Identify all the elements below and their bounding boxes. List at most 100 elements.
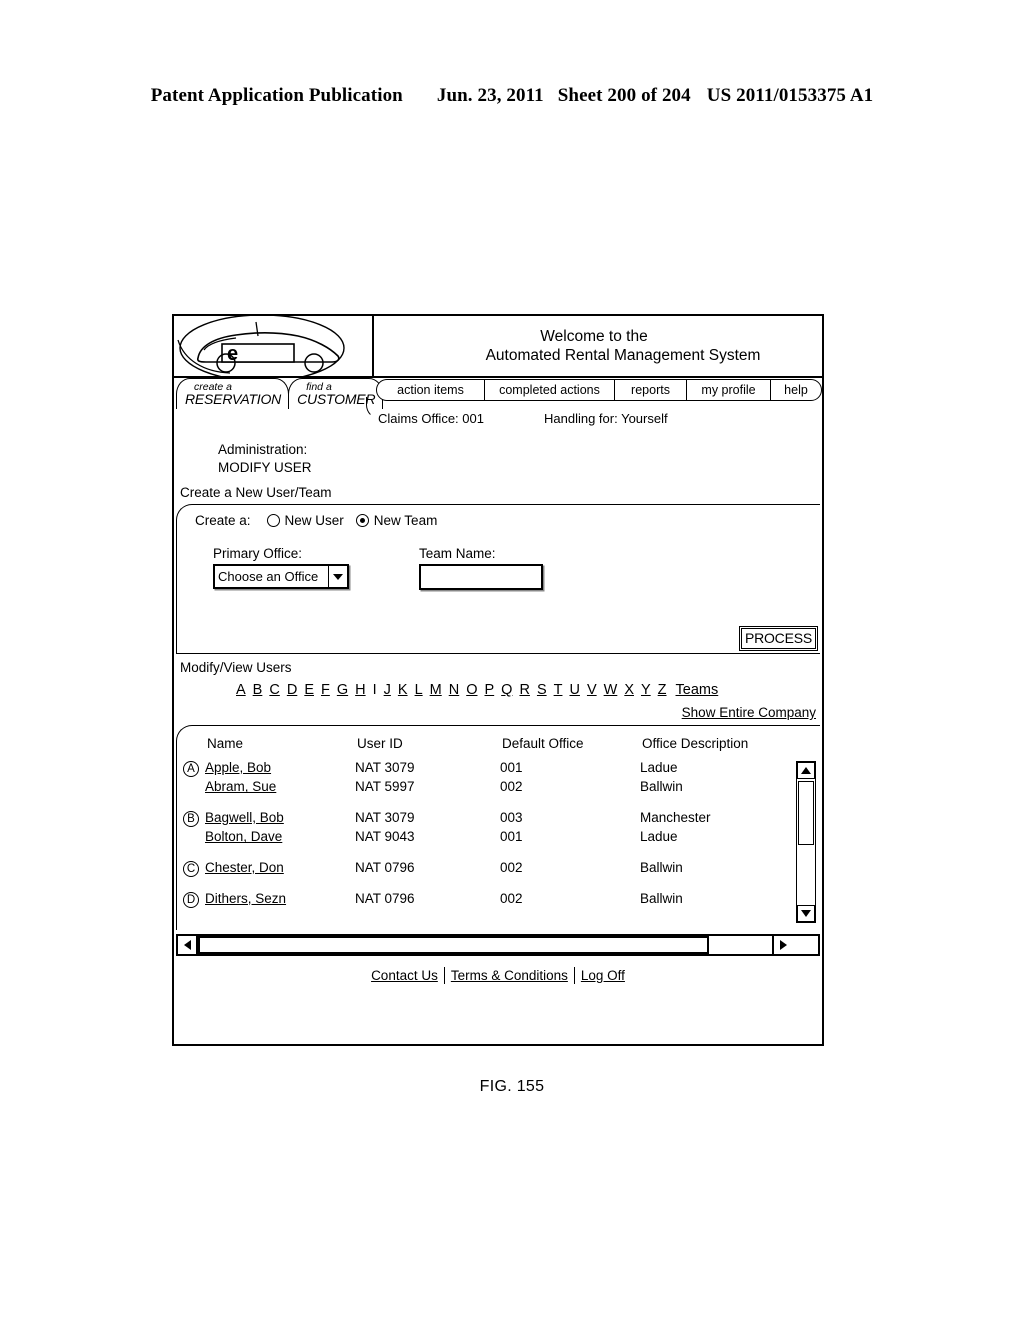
alpha-link-r[interactable]: R [519,682,529,698]
team-name-input[interactable] [419,564,543,591]
alpha-link-s[interactable]: S [537,682,547,698]
create-type-radio-group: New User New Team [266,513,450,529]
scroll-up-button[interactable] [797,762,815,780]
table-row[interactable]: A Apple, Bob NAT 3079 001 Ladue [177,758,820,778]
tab-create-reservation[interactable]: create a RESERVATION [176,378,290,409]
alpha-link-h[interactable]: H [355,682,365,698]
radio-option-new-team[interactable]: New Team [355,513,437,528]
tab-find-customer-label: CUSTOMER [297,391,376,408]
chevron-down-icon[interactable] [328,566,347,588]
table-row[interactable]: Bolton, Dave NAT 9043 001 Ladue [177,827,820,847]
alpha-link-p[interactable]: P [485,682,495,698]
group-marker-d: D [177,889,205,909]
tab-reports[interactable]: reports [615,380,687,400]
radio-new-user-label: New User [284,513,344,529]
cell-name[interactable]: Dithers, Sezn [205,889,355,909]
cell-name[interactable]: Apple, Bob [205,758,355,778]
radio-option-new-user[interactable]: New User [266,513,344,529]
alpha-link-n[interactable]: N [449,682,459,698]
tab-my-profile[interactable]: my profile [687,380,771,400]
group-gap [177,847,820,858]
tab-help[interactable]: help [771,380,821,400]
handling-for-label: Handling for: Yourself [544,411,668,426]
table-row[interactable]: Abram, Sue NAT 5997 002 Ballwin [177,777,820,797]
horizontal-scrollbar[interactable] [176,934,820,957]
administration-heading: Administration: MODIFY USER [174,433,822,481]
triangle-right-icon [779,940,787,951]
cell-name[interactable]: Bagwell, Bob [205,808,355,828]
app-footer: Contact Us Terms & Conditions Log Off [174,956,822,994]
publication-title: Patent Application Publication [150,85,403,106]
alpha-link-u[interactable]: U [569,682,579,698]
alpha-link-v[interactable]: V [587,682,597,698]
cell-name[interactable]: Chester, Don [205,858,355,878]
vertical-scroll-thumb[interactable] [798,781,814,846]
header-marker-spacer [177,734,205,754]
header-name: Name [207,736,244,752]
cell-default-office: 003 [500,809,523,825]
scroll-left-button[interactable] [178,936,198,955]
alpha-link-c[interactable]: C [269,682,279,698]
alpha-link-o[interactable]: O [466,682,477,698]
radio-new-user-icon[interactable] [266,514,280,528]
footer-link-terms-conditions[interactable]: Terms & Conditions [446,968,573,983]
triangle-up-icon [801,767,811,775]
show-entire-company-link[interactable]: Show Entire Company [682,705,816,720]
table-row[interactable]: B Bagwell, Bob NAT 3079 003 Manchester [177,808,820,828]
process-button[interactable]: PROCESS [738,625,819,652]
alpha-link-x[interactable]: X [624,682,634,698]
horizontal-scroll-thumb[interactable] [198,936,709,955]
alpha-link-t[interactable]: T [554,682,563,698]
footer-link-contact-us[interactable]: Contact Us [366,968,443,983]
cell-user-id: NAT 0796 [355,859,415,875]
scroll-right-button[interactable] [772,936,792,955]
alpha-link-e[interactable]: E [304,682,314,698]
tab-completed-actions[interactable]: completed actions [485,380,615,400]
app-banner: e Welcome to the Automated Rental Manage… [174,316,822,378]
alpha-link-m[interactable]: M [430,682,442,698]
horizontal-scroll-track[interactable] [198,936,772,955]
alpha-link-k[interactable]: K [398,682,408,698]
alpha-link-f[interactable]: F [321,682,330,698]
table-header-row: Name User ID Default Office Office Descr… [177,734,820,758]
alpha-link-z[interactable]: Z [658,682,667,698]
cell-office-description: Ladue [640,829,678,845]
primary-office-select[interactable]: Choose an Office [213,564,349,590]
alpha-link-j[interactable]: J [384,682,391,698]
cell-user-id: NAT 0796 [355,890,415,906]
figure-caption: FIG. 155 [479,1078,545,1095]
scrollbar-corner [792,936,818,954]
group-gap [177,878,820,889]
create-a-label: Create a: [195,513,251,529]
cell-office-description: Ballwin [640,890,683,906]
alpha-link-teams[interactable]: Teams [676,682,719,698]
radio-new-team-icon[interactable] [355,514,369,528]
alpha-link-a[interactable]: A [236,682,246,698]
application-window: e Welcome to the Automated Rental Manage… [172,314,824,1046]
group-marker-spacer [177,777,205,797]
cell-name[interactable]: Abram, Sue [205,777,355,797]
alpha-link-y[interactable]: Y [641,682,651,698]
footer-link-log-off[interactable]: Log Off [576,968,630,983]
alpha-link-l[interactable]: L [415,682,423,698]
table-row[interactable]: D Dithers, Sezn NAT 0796 002 Ballwin [177,889,820,909]
vertical-scrollbar[interactable] [796,761,816,924]
cell-name[interactable]: Bolton, Dave [205,827,355,847]
team-name-label: Team Name: [419,546,496,562]
group-marker-b: B [177,808,205,828]
alpha-link-q[interactable]: Q [501,682,512,698]
cell-office-description: Ballwin [640,859,683,875]
alpha-link-i[interactable]: I [373,682,377,698]
table-row[interactable]: C Chester, Don NAT 0796 002 Ballwin [177,858,820,878]
alpha-link-w[interactable]: W [604,682,618,698]
welcome-line-2: Automated Rental Management System [485,347,761,364]
scroll-down-button[interactable] [797,905,815,923]
footer-separator [443,966,445,984]
create-a-row: Create a: New User New Team [177,505,820,528]
alpha-link-g[interactable]: G [337,682,348,698]
alpha-link-d[interactable]: D [287,682,297,698]
cell-user-id: NAT 3079 [355,809,415,825]
alpha-link-b[interactable]: B [253,682,263,698]
cell-user-id: NAT 9043 [355,829,415,845]
tab-action-items[interactable]: action items [377,380,485,400]
